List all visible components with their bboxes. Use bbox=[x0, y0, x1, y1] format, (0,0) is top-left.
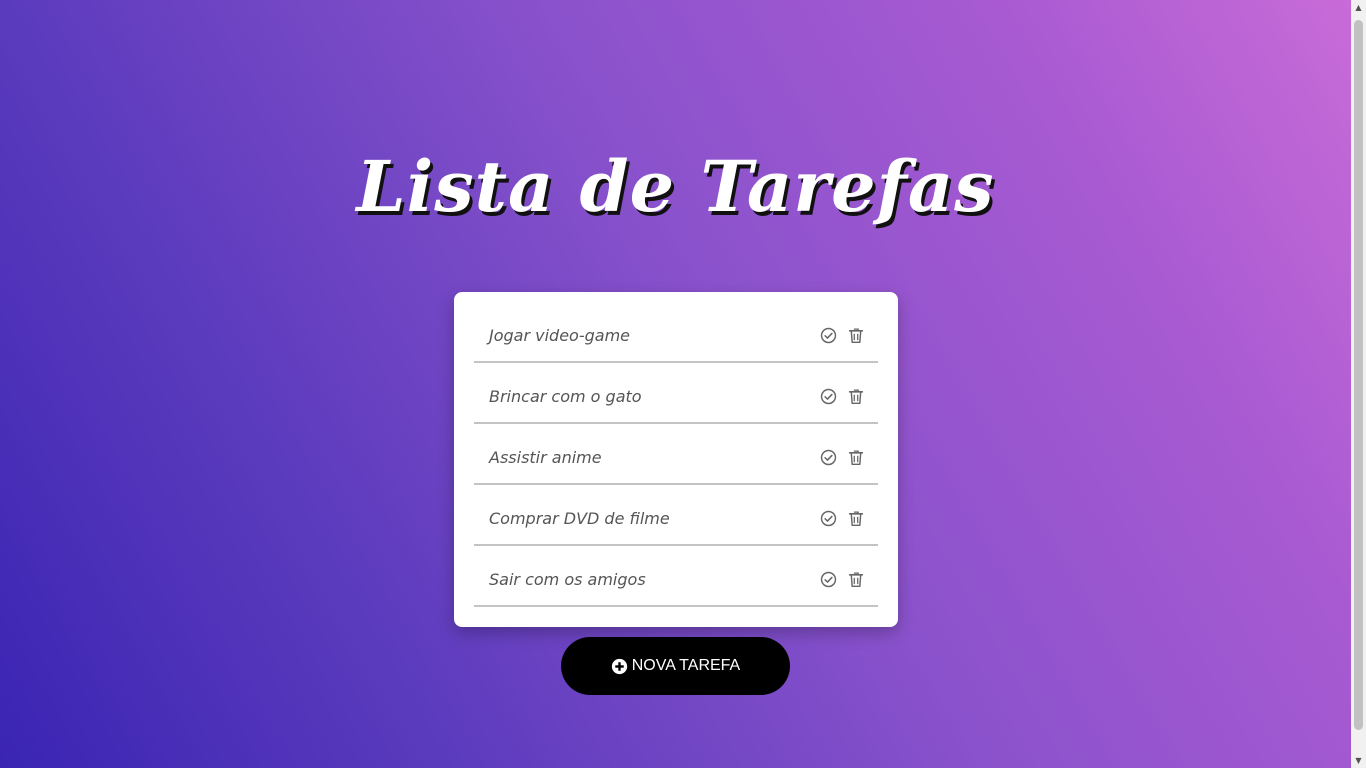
page-title: Lista de Tarefas bbox=[356, 145, 995, 228]
check-circle-icon[interactable] bbox=[820, 510, 837, 527]
task-text: Jogar video-game bbox=[489, 326, 630, 345]
list-item: Jogar video-game bbox=[474, 302, 878, 363]
check-circle-icon[interactable] bbox=[820, 571, 837, 588]
list-item: Sair com os amigos bbox=[474, 546, 878, 607]
trash-icon[interactable] bbox=[847, 571, 864, 588]
task-text: Brincar com o gato bbox=[489, 387, 642, 406]
task-list: Jogar video-game Brincar com o gato Assi… bbox=[474, 302, 878, 607]
new-task-button-label: NOVA TAREFA bbox=[631, 657, 741, 674]
check-circle-icon[interactable] bbox=[820, 449, 837, 466]
new-task-button[interactable]: NOVA TAREFA bbox=[561, 637, 790, 695]
trash-icon[interactable] bbox=[847, 327, 864, 344]
list-item: Brincar com o gato bbox=[474, 363, 878, 424]
trash-icon[interactable] bbox=[847, 510, 864, 527]
task-card: Jogar video-game Brincar com o gato Assi… bbox=[454, 292, 898, 627]
task-actions bbox=[820, 502, 864, 527]
vertical-scrollbar[interactable]: ▲ ▼ bbox=[1351, 0, 1366, 768]
task-text: Assistir anime bbox=[489, 448, 602, 467]
scroll-up-arrow-icon[interactable]: ▲ bbox=[1351, 0, 1366, 15]
trash-icon[interactable] bbox=[847, 449, 864, 466]
task-text: Comprar DVD de filme bbox=[489, 509, 670, 528]
scrollbar-thumb[interactable] bbox=[1354, 20, 1363, 730]
check-circle-icon[interactable] bbox=[820, 388, 837, 405]
task-actions bbox=[820, 319, 864, 344]
list-item: Assistir anime bbox=[474, 424, 878, 485]
task-actions bbox=[820, 441, 864, 466]
list-item: Comprar DVD de filme bbox=[474, 485, 878, 546]
trash-icon[interactable] bbox=[847, 388, 864, 405]
task-text: Sair com os amigos bbox=[489, 570, 646, 589]
scroll-down-arrow-icon[interactable]: ▼ bbox=[1351, 753, 1366, 768]
task-actions bbox=[820, 380, 864, 405]
plus-circle-icon bbox=[611, 658, 628, 675]
check-circle-icon[interactable] bbox=[820, 327, 837, 344]
task-actions bbox=[820, 563, 864, 588]
